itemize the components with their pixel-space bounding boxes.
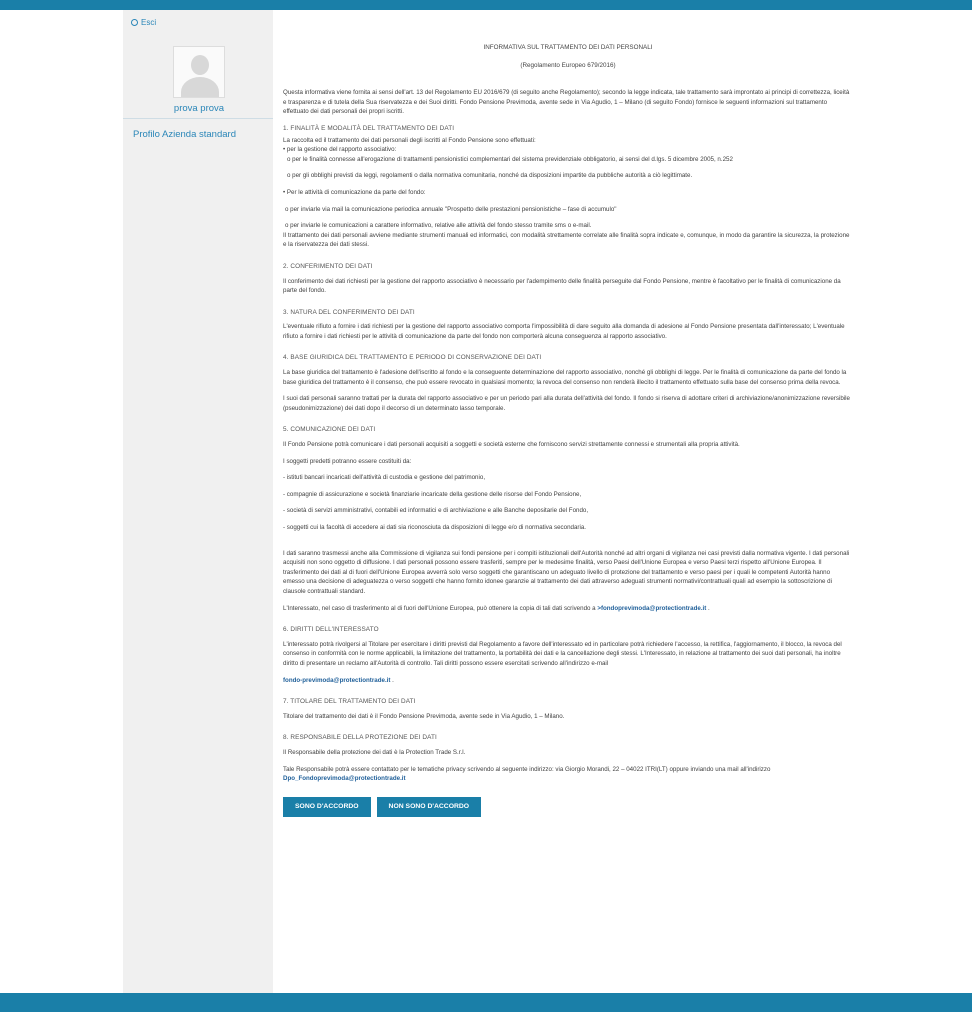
section-1-line-4: o per gli obblighi previsti da leggi, re… xyxy=(287,172,693,180)
section-1-line-2: • per la gestione del rapporto associati… xyxy=(283,146,397,154)
section-7-text: Titolare del trattamento dei dati è il F… xyxy=(283,712,565,720)
section-1-line-5: • Per le attività di comunicazione da pa… xyxy=(283,188,426,196)
section-4-title: 4. BASE GIURIDICA DEL TRATTAMENTO E PERI… xyxy=(283,354,542,362)
section-1-line-1: La raccolta ed il trattamento dei dati p… xyxy=(283,136,536,144)
transfer-email-link[interactable]: >fondoprevimoda@protectiontrade.it xyxy=(597,605,706,612)
section-3-title: 3. NATURA DEL CONFERIMENTO DEI DATI xyxy=(283,308,415,316)
profile-link[interactable]: Profilo Azienda standard xyxy=(133,129,236,140)
section-8-paragraph-2-text: Tale Responsabile potrà essere contattat… xyxy=(283,765,771,773)
avatar xyxy=(173,46,225,98)
bottom-footer-bar xyxy=(0,993,972,1012)
section-4-paragraph-1: La base giuridica del trattamento è l'ad… xyxy=(283,369,847,386)
section-8-paragraph-1: Il Responsabile della protezione dei dat… xyxy=(283,748,466,756)
privacy-notice-content: INFORMATIVA SUL TRATTAMENTO DEI DATI PER… xyxy=(283,43,853,817)
section-5-bullet-1: - istituti bancari incaricati dell'attiv… xyxy=(283,474,486,482)
section-2-title: 2. CONFERIMENTO DEI DATI xyxy=(283,262,373,270)
section-5-bullet-2: - compagnie di assicurazione e società f… xyxy=(283,490,582,498)
document-title: INFORMATIVA SUL TRATTAMENTO DEI DATI PER… xyxy=(483,44,653,51)
logout-label: Esci xyxy=(141,18,157,27)
section-5-bullet-3: - società di servizi amministrativi, con… xyxy=(283,507,589,515)
intro-paragraph: Questa informativa viene fornita ai sens… xyxy=(283,89,850,116)
section-5-title: 5. COMUNICAZIONE DEI DATI xyxy=(283,426,376,434)
logout-link[interactable]: Esci xyxy=(131,18,156,27)
disagree-button[interactable]: NON SONO D'ACCORDO xyxy=(376,796,482,817)
section-6-link-end: . xyxy=(390,676,394,684)
section-6-paragraph: L'interessato potrà rivolgersi al Titola… xyxy=(283,640,842,667)
section-5-paragraph-4-end: . xyxy=(706,604,710,612)
section-8-title: 8. RESPONSABILE DELLA PROTEZIONE DEI DAT… xyxy=(283,734,437,742)
section-6-title: 6. DIRITTI DELL'INTERESSATO xyxy=(283,626,379,634)
dpo-email-link[interactable]: Dpo_Fondoprevimoda@protectiontrade.it xyxy=(283,775,406,782)
section-7-title: 7. TITOLARE DEL TRATTAMENTO DEI DATI xyxy=(283,698,416,706)
section-5-bullet-4: - soggetti cui la facoltà di accedere ai… xyxy=(283,524,587,531)
section-8-paragraph-2: Tale Responsabile potrà essere contattat… xyxy=(283,765,853,784)
avatar-body-shape xyxy=(181,77,219,97)
section-5-paragraph-3: I dati saranno trasmessi anche alla Comm… xyxy=(283,549,850,595)
section-5-paragraph-4: L'Interessato, nel caso di trasferimento… xyxy=(283,604,853,614)
section-1-line-3: o per le finalità connesse all'erogazion… xyxy=(287,155,733,163)
power-icon xyxy=(131,19,138,26)
section-4-paragraph-2: I suoi dati personali saranno trattati p… xyxy=(283,395,850,412)
sidebar-divider xyxy=(123,118,273,119)
top-header-bar xyxy=(0,0,972,10)
consent-buttons: SONO D'ACCORDO NON SONO D'ACCORDO xyxy=(283,796,853,817)
section-5-paragraph-4-text: L'Interessato, nel caso di trasferimento… xyxy=(283,604,598,612)
agree-button[interactable]: SONO D'ACCORDO xyxy=(283,796,371,817)
user-name: prova prova xyxy=(173,103,225,114)
rights-email-link[interactable]: fondo-previmoda@protectiontrade.it xyxy=(283,677,390,684)
sidebar: Esci prova prova Profilo Azienda standar… xyxy=(123,10,273,993)
section-1-title: 1. FINALITÀ E MODALITÀ DEL TRATTAMENTO D… xyxy=(283,124,455,132)
section-1-line-7: o per inviarle le comunicazioni a caratt… xyxy=(285,222,592,230)
section-1-line-6: o per inviarle via mail la comunicazione… xyxy=(285,205,617,213)
section-3-text: L'eventuale rifiuto a fornire i dati ric… xyxy=(283,323,845,340)
avatar-head-shape xyxy=(191,55,209,75)
section-5-paragraph-2: I soggetti predetti potranno essere cost… xyxy=(283,457,412,465)
section-6-link-line: fondo-previmoda@protectiontrade.it . xyxy=(283,676,853,686)
section-5-paragraph-1: Il Fondo Pensione potrà comunicare i dat… xyxy=(283,441,740,449)
section-1-line-8: Il trattamento dei dati personali avvien… xyxy=(283,231,850,249)
document-subtitle: (Regolamento Europeo 679/2016) xyxy=(520,61,616,69)
section-2-text: Il conferimento dei dati richiesti per l… xyxy=(283,277,841,295)
